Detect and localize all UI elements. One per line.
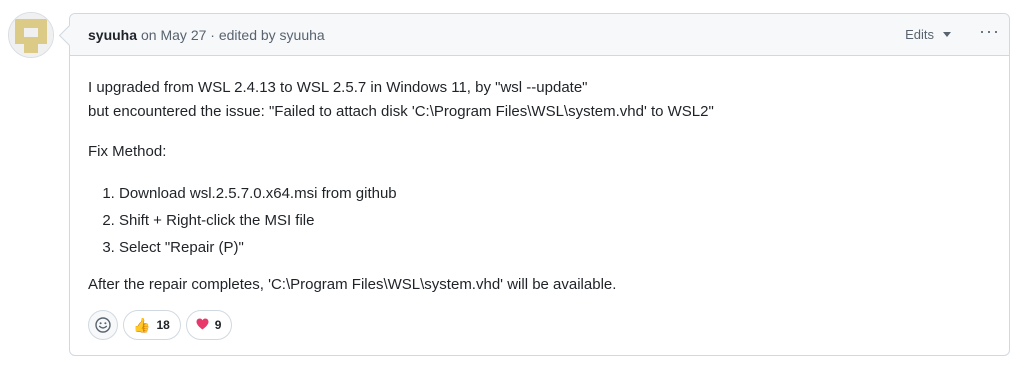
reaction-count: 9 xyxy=(214,318,222,332)
reaction-thumbs-up-button[interactable]: 👍 18 xyxy=(123,310,181,340)
comment-meta[interactable]: on May 27 · edited by syuuha xyxy=(141,27,325,43)
fix-heading: Fix Method: xyxy=(88,143,167,160)
edits-dropdown[interactable]: Edits xyxy=(905,27,951,42)
more-options-button[interactable]: ··· xyxy=(979,22,999,44)
steps-list: Download wsl.2.5.7.0.x64.msi from github… xyxy=(88,180,991,261)
smiley-icon xyxy=(95,317,111,333)
caret-down-icon xyxy=(943,32,951,37)
avatar[interactable] xyxy=(8,12,54,58)
thumbs-up-icon: 👍 xyxy=(133,317,151,333)
comment-header: syuuha on May 27 · edited by syuuha Edit… xyxy=(70,14,1009,56)
heart-icon xyxy=(196,318,209,332)
comment-body: I upgraded from WSL 2.4.13 to WSL 2.5.7 … xyxy=(70,56,1009,297)
add-reaction-button[interactable] xyxy=(88,310,118,340)
reaction-heart-button[interactable]: 9 xyxy=(185,310,233,340)
comment-card: syuuha on May 27 · edited by syuuha Edit… xyxy=(69,13,1010,356)
reaction-count: 18 xyxy=(156,318,170,332)
reactions-bar: 👍 18 9 xyxy=(88,310,237,340)
body-line: After the repair completes, 'C:\Program … xyxy=(88,276,617,293)
author-link[interactable]: syuuha xyxy=(88,27,137,43)
body-line: I upgraded from WSL 2.4.13 to WSL 2.5.7 … xyxy=(88,79,588,96)
identicon-icon xyxy=(9,13,53,57)
list-item: Shift + Right-click the MSI file xyxy=(119,207,991,234)
edits-label: Edits xyxy=(905,27,934,42)
list-item: Download wsl.2.5.7.0.x64.msi from github xyxy=(119,180,991,207)
body-line: but encountered the issue: "Failed to at… xyxy=(88,103,714,120)
list-item: Select "Repair (P)" xyxy=(119,234,991,261)
